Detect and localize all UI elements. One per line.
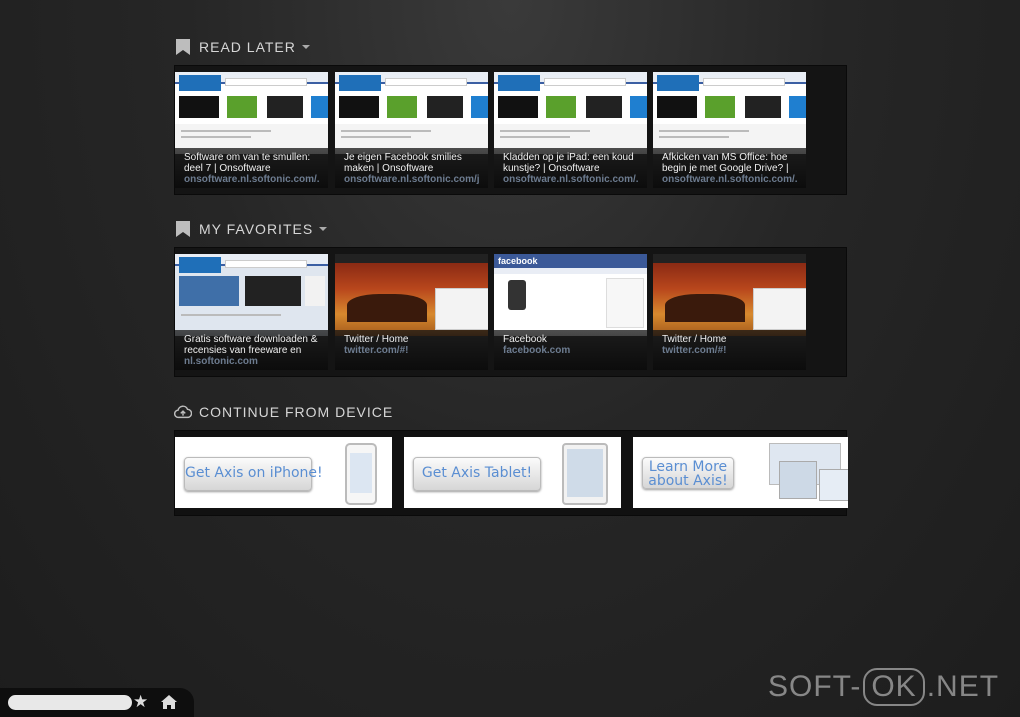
tile-title: Je eigen Facebook smilies maken | Onsoft… (344, 152, 462, 174)
get-axis-iphone-button[interactable]: Get Axis on iPhone! (184, 457, 323, 491)
section-title: READ LATER (199, 39, 296, 55)
read-later-tile[interactable]: Je eigen Facebook smilies maken | Onsoft… (335, 72, 488, 188)
facebook-logo: facebook (494, 254, 647, 268)
chevron-down-icon[interactable] (301, 45, 310, 49)
search-input[interactable] (8, 695, 132, 710)
chevron-down-icon[interactable] (319, 227, 328, 231)
cloud-upload-icon (174, 403, 192, 421)
watermark: SOFT- OK .NET (768, 668, 999, 706)
page-thumbnail: facebook (494, 254, 647, 336)
learn-more-line1: Learn More (648, 459, 728, 475)
watermark-box: OK (863, 668, 925, 706)
get-axis-tablet-button[interactable]: Get Axis Tablet! (413, 457, 541, 491)
tile-url: facebook.com (503, 345, 571, 356)
tile-url: twitter.com/#! (662, 345, 727, 356)
device-strip: Get Axis on iPhone! Get Axis Tablet! Lea… (174, 430, 848, 516)
learn-more-line2: about Axis! (648, 473, 728, 489)
favorites-header[interactable]: MY FAVORITES (174, 219, 847, 239)
page-thumbnail (494, 72, 647, 154)
favorites-section: MY FAVORITES Gratis software downloaden … (174, 219, 847, 377)
page-thumbnail (653, 254, 806, 336)
tile-title: Twitter / Home (662, 334, 727, 345)
tile-url: onsoftware.nl.softonic.com/... (662, 174, 798, 185)
favorites-strip: Gratis software downloaden & recensies v… (174, 247, 847, 377)
tile-url: twitter.com/#! (344, 345, 409, 356)
read-later-strip: Software om van te smullen: deel 7 | Ons… (174, 65, 847, 195)
favorite-tile[interactable]: Twitter / Home twitter.com/#! (653, 254, 806, 370)
favorite-tile[interactable]: facebook Facebook facebook.com (494, 254, 647, 370)
read-later-header[interactable]: READ LATER (174, 37, 847, 57)
tile-url: onsoftware.nl.softonic.com/... (184, 174, 320, 185)
iphone-card[interactable]: Get Axis on iPhone! (175, 437, 392, 508)
tile-title: Afkicken van MS Office: hoe begin je met… (662, 152, 789, 174)
tile-url: onsoftware.nl.softonic.com/j... (344, 174, 480, 185)
bottom-toolbar: ★ (0, 688, 194, 717)
iphone-image (345, 443, 377, 505)
section-title: MY FAVORITES (199, 221, 314, 237)
tablet-image (562, 443, 608, 505)
page-thumbnail (335, 72, 488, 154)
page-thumbnail (653, 72, 806, 154)
home-icon[interactable] (160, 693, 178, 711)
tile-title: Software om van te smullen: deel 7 | Ons… (184, 152, 311, 174)
tile-title: Facebook (503, 334, 547, 345)
favorite-tile[interactable]: Twitter / Home twitter.com/#! (335, 254, 488, 370)
read-later-tile[interactable]: Software om van te smullen: deel 7 | Ons… (175, 72, 328, 188)
bookmark-icon (174, 220, 192, 238)
tile-url: onsoftware.nl.softonic.com/... (503, 174, 639, 185)
tablet-card[interactable]: Get Axis Tablet! (404, 437, 621, 508)
page-thumbnail (335, 254, 488, 336)
bookmark-icon (174, 38, 192, 56)
tile-url: nl.softonic.com (184, 356, 258, 367)
tile-title: Twitter / Home (344, 334, 409, 345)
continue-header: CONTINUE FROM DEVICE (174, 402, 847, 422)
learn-more-card[interactable]: Learn More about Axis! (633, 437, 848, 508)
devices-image (769, 443, 848, 501)
watermark-left: SOFT- (768, 670, 862, 703)
read-later-tile[interactable]: Afkicken van MS Office: hoe begin je met… (653, 72, 806, 188)
star-icon[interactable]: ★ (133, 693, 148, 711)
section-title: CONTINUE FROM DEVICE (199, 404, 394, 420)
page-thumbnail (175, 72, 328, 154)
tile-title: Gratis software downloaden & recensies v… (184, 334, 318, 356)
continue-section: CONTINUE FROM DEVICE Get Axis on iPhone!… (174, 402, 848, 516)
learn-more-button[interactable]: Learn More about Axis! (642, 457, 734, 489)
read-later-tile[interactable]: Kladden op je iPad: een koud kunstje? | … (494, 72, 647, 188)
read-later-section: READ LATER Software om van te smullen: d… (174, 37, 847, 195)
page-thumbnail (175, 254, 328, 336)
watermark-right: .NET (926, 670, 1000, 703)
tile-title: Kladden op je iPad: een koud kunstje? | … (503, 152, 634, 174)
favorite-tile[interactable]: Gratis software downloaden & recensies v… (175, 254, 328, 370)
